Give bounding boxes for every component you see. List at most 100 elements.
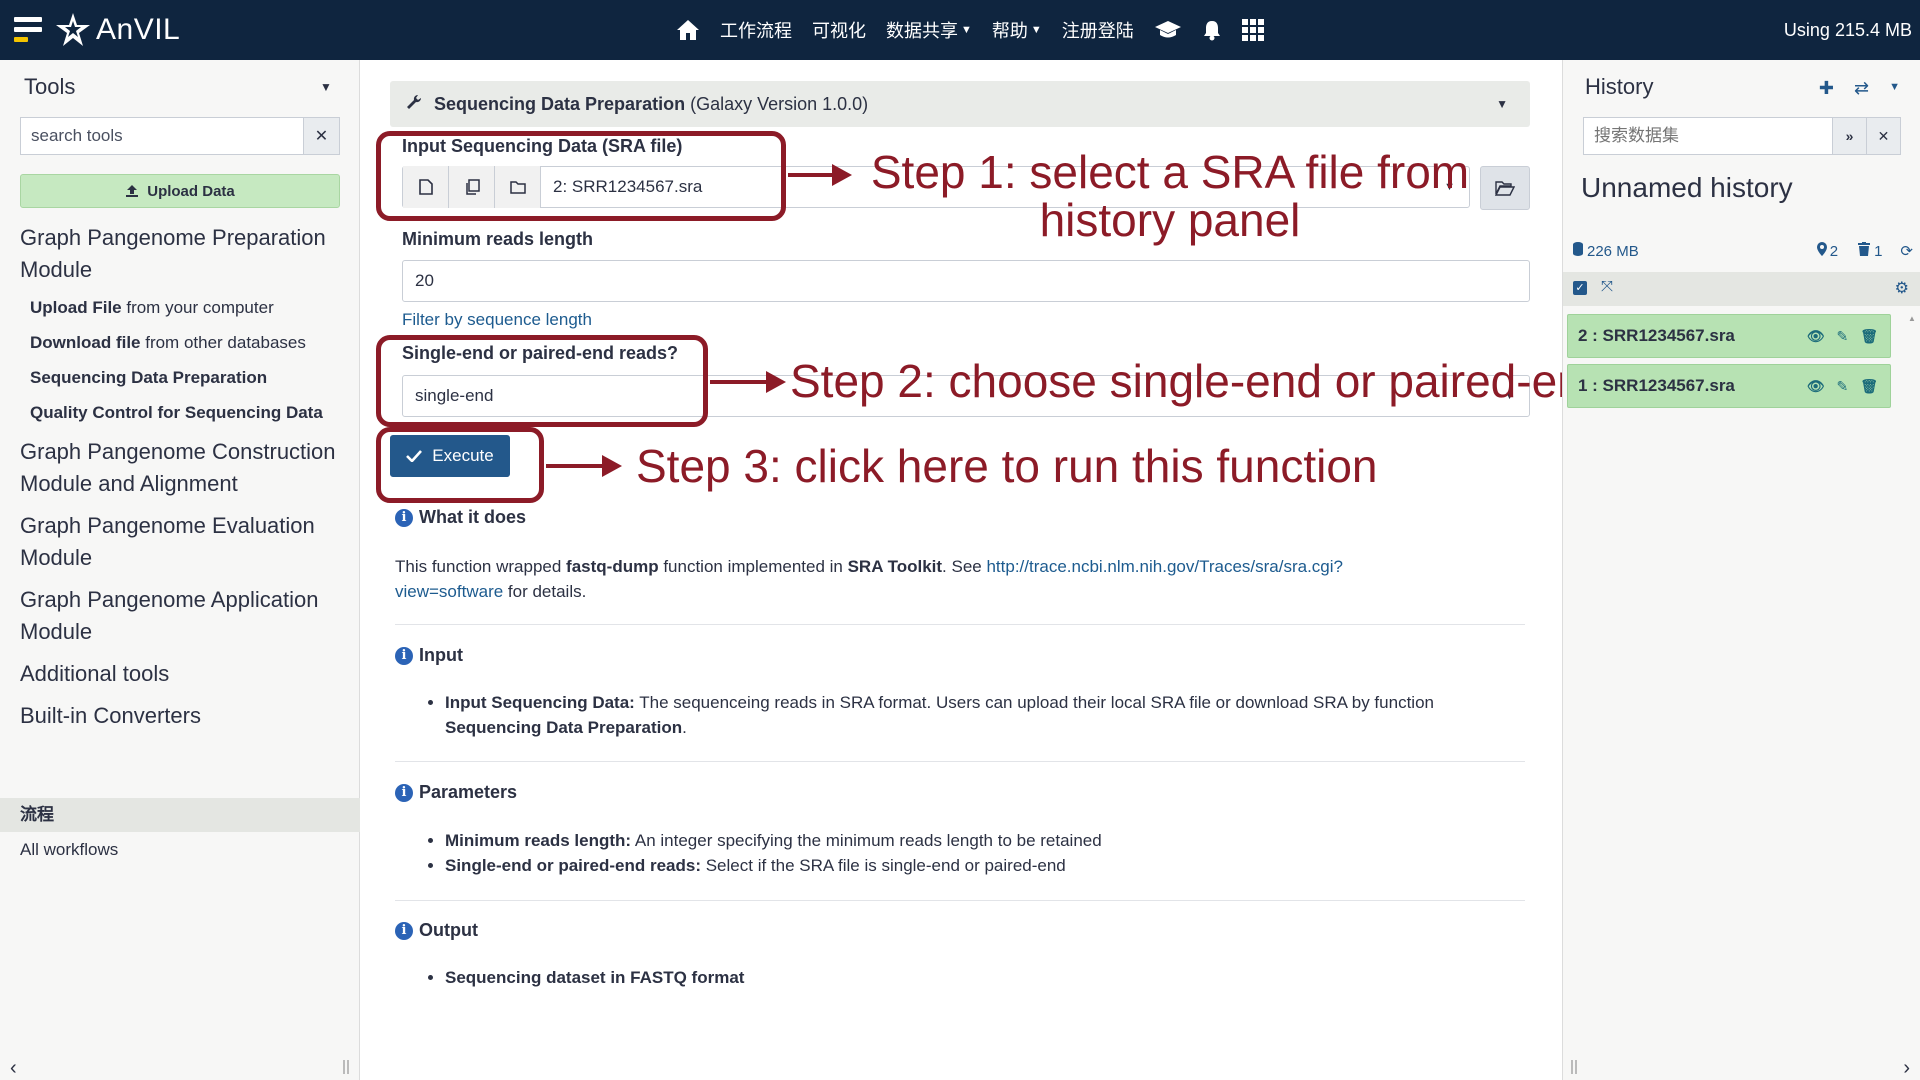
input-sra-value: 2: SRR1234567.sra [553, 177, 703, 196]
collapse-icon[interactable]: ⤧ [1601, 278, 1613, 295]
help-text: . See [942, 557, 987, 576]
tool-section-additional[interactable]: Additional tools [20, 658, 350, 690]
link-text: view=software [395, 582, 504, 601]
bell-icon[interactable] [1192, 19, 1232, 41]
history-toolbar: ✓ ⤧ ⚙ [1563, 272, 1920, 306]
execute-button[interactable]: Execute [390, 435, 510, 477]
dataset-title[interactable]: 1 : SRR1234567.sra [1578, 376, 1735, 396]
min-reads-length-input[interactable]: 20 [402, 260, 1530, 302]
history-size[interactable]: 226 MB [1587, 243, 1639, 260]
home-icon[interactable] [666, 19, 710, 41]
help-bold: Input Sequencing Data: [445, 693, 635, 712]
tool-section-evaluation[interactable]: Graph Pangenome Evaluation Module [20, 510, 350, 574]
help-what-it-does-text: This function wrapped fastq-dump functio… [395, 554, 1535, 604]
tool-list: Graph Pangenome Preparation Module Uploa… [20, 222, 350, 742]
all-workflows-link[interactable]: All workflows [20, 840, 118, 860]
advanced-search-button[interactable]: » [1832, 118, 1866, 154]
apps-grid-icon[interactable] [1232, 19, 1274, 41]
history-dataset-item[interactable]: 1 : SRR1234567.sra 👁 ✎ 🗑 [1567, 364, 1891, 408]
dataset-actions: 👁 ✎ 🗑 [1807, 328, 1878, 345]
history-scrollbar[interactable]: ▲ [1908, 314, 1918, 1064]
help-text: An integer specifying the minimum reads … [631, 831, 1102, 850]
deleted-count[interactable]: 1 [1874, 243, 1882, 260]
pencil-icon[interactable]: ✎ [1836, 378, 1848, 395]
step2-arrow [710, 371, 786, 393]
eye-icon[interactable]: 👁 [1807, 378, 1825, 395]
help-parameters-list: Minimum reads length: An integer specify… [445, 828, 1525, 878]
tool-section-preparation[interactable]: Graph Pangenome Preparation Module [20, 222, 350, 286]
trash-icon[interactable] [1858, 242, 1871, 260]
upload-data-button[interactable]: Upload Data [20, 174, 340, 208]
switch-history-icon[interactable]: ⇄ [1854, 78, 1869, 99]
nav-login-label: 注册登陆 [1061, 21, 1134, 41]
tool-section-application[interactable]: Graph Pangenome Application Module [20, 584, 350, 648]
input-sra-label: Input Sequencing Data (SRA file) [402, 136, 683, 156]
help-text: . [682, 718, 687, 737]
main-nav: 工作流程 可视化 数据共享 ▼ 帮助 ▼ 注册登陆 [666, 0, 1274, 60]
multiple-datasets-icon[interactable] [449, 166, 495, 208]
wrench-icon [406, 94, 422, 115]
nav-workflow[interactable]: 工作流程 [710, 17, 802, 43]
divider [395, 624, 1525, 625]
divider [395, 900, 1525, 901]
dataset-title[interactable]: 2 : SRR1234567.sra [1578, 326, 1735, 346]
map-marker-icon[interactable] [1816, 242, 1827, 260]
tool-section-converters[interactable]: Built-in Converters [20, 700, 350, 732]
help-text: The sequenceing reads in SRA format. Use… [634, 693, 1434, 712]
refresh-icon[interactable]: ⟳ [1900, 242, 1913, 260]
nav-visualize[interactable]: 可视化 [802, 17, 876, 43]
anvil-logo-icon [56, 13, 90, 46]
tool-title: Sequencing Data Preparation [434, 93, 686, 114]
scroll-up-icon[interactable]: ▲ [1908, 314, 1918, 323]
chevron-left-icon[interactable]: ‹ [10, 1057, 17, 1080]
history-dataset-item[interactable]: 2 : SRR1234567.sra 👁 ✎ 🗑 [1567, 314, 1891, 358]
history-search-input[interactable] [1584, 118, 1832, 154]
panel-resize-handle[interactable] [1571, 1060, 1577, 1074]
history-stats: 226 MB 2 1 ⟳ [1573, 242, 1913, 260]
database-icon [1573, 242, 1583, 260]
trash-icon[interactable]: 🗑 [1860, 328, 1878, 345]
trash-icon[interactable]: 🗑 [1860, 378, 1878, 395]
tool-name: Quality Control for Sequencing Data [30, 403, 323, 422]
plus-icon[interactable]: ✚ [1819, 78, 1834, 99]
select-all-checkbox-icon[interactable]: ✓ [1573, 281, 1587, 295]
browse-datasets-button[interactable] [1480, 166, 1530, 210]
tool-quality-control[interactable]: Quality Control for Sequencing Data [30, 401, 350, 425]
help-bold: fastq-dump [566, 557, 659, 576]
tool-upload-file[interactable]: Upload File from your computer [30, 296, 350, 320]
tool-section-construction[interactable]: Graph Pangenome Construction Module and … [20, 436, 350, 500]
help-text: Select if the SRA file is single-end or … [701, 856, 1066, 875]
panel-resize-handle[interactable] [343, 1060, 349, 1074]
nav-login[interactable]: 注册登陆 [1052, 17, 1144, 43]
tool-panel: Tools ▼ ✕ Upload Data Graph Pangenome Pr… [0, 60, 360, 1080]
clear-search-button[interactable]: ✕ [303, 118, 339, 154]
nav-visualize-label: 可视化 [812, 21, 866, 41]
folder-icon[interactable] [495, 166, 541, 208]
caret-down-icon[interactable]: ▼ [320, 80, 332, 94]
help-bold: Sequencing dataset in FASTQ format [445, 968, 745, 987]
shown-count[interactable]: 2 [1830, 243, 1838, 260]
tool-download-file[interactable]: Download file from other databases [30, 331, 350, 355]
info-icon: i [395, 922, 413, 941]
history-name[interactable]: Unnamed history [1581, 172, 1793, 204]
caret-down-icon[interactable]: ▼ [1496, 97, 1508, 111]
gear-icon[interactable]: ⚙ [1895, 278, 1909, 298]
caret-down-icon: ▼ [961, 24, 972, 36]
chevron-right-icon[interactable]: › [1903, 1057, 1910, 1080]
graduation-cap-icon[interactable] [1144, 20, 1192, 40]
brand[interactable]: AnVIL [14, 10, 180, 50]
pencil-icon[interactable]: ✎ [1836, 328, 1848, 345]
help-parameters-heading: i Parameters [395, 782, 517, 803]
tool-sequencing-data-preparation[interactable]: Sequencing Data Preparation [30, 366, 350, 390]
quota-usage[interactable]: Using 215.4 MB [1784, 0, 1912, 60]
tool-search-input[interactable] [21, 118, 303, 154]
eye-icon[interactable]: 👁 [1807, 328, 1825, 345]
caret-down-icon[interactable]: ▼ [1889, 78, 1900, 99]
nav-shared-data[interactable]: 数据共享 ▼ [876, 17, 982, 43]
single-dataset-icon[interactable] [403, 166, 449, 208]
menu-icon[interactable] [14, 17, 42, 43]
nav-help[interactable]: 帮助 ▼ [982, 17, 1052, 43]
clear-search-button[interactable]: ✕ [1866, 118, 1900, 154]
step1-line1: Step 1: select a SRA file from [870, 146, 1470, 198]
read-type-label: Single-end or paired-end reads? [402, 343, 679, 363]
